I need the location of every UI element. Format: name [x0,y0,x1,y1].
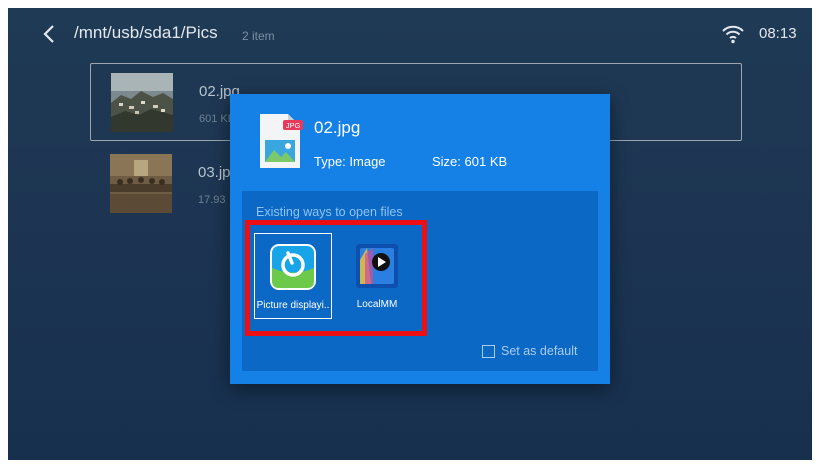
item-count: 2 item [242,29,275,43]
chevron-left-icon [43,25,54,43]
checkbox-icon[interactable] [482,345,495,358]
file-size: 17.93 [198,194,226,206]
app-localmm[interactable]: LocalMM [338,233,416,319]
app-picture-player[interactable]: Picture displayi.. [254,233,332,319]
wifi-icon [722,24,744,44]
open-with-panel: Existing ways to open files Picture disp… [242,191,598,371]
file-badge: JPG [286,121,301,130]
path-breadcrumb: /mnt/usb/sda1/Pics [74,23,218,42]
file-size-info: Size: 601 KB [432,154,508,169]
screen: /mnt/usb/sda1/Pics 2 item 08:13 02.jpg 6… [8,8,812,460]
dialog-file-name: 02.jpg [314,118,361,137]
localmm-icon [351,242,401,290]
thumbnail-image [110,154,172,213]
set-as-default-label: Set as default [501,344,578,358]
apps-heading: Existing ways to open files [256,205,403,219]
file-type: Type: Image [314,154,386,169]
back-button[interactable] [38,22,62,46]
image-file-icon: JPG [256,110,306,170]
clock: 08:13 [759,25,797,42]
app-label: Picture displayi.. [256,300,330,311]
open-with-dialog: JPG 02.jpg Type: Image Size: 601 KB Exis… [230,94,610,384]
thumbnail-image [111,73,173,132]
app-label: LocalMM [356,299,398,310]
picture-player-icon [268,243,318,291]
